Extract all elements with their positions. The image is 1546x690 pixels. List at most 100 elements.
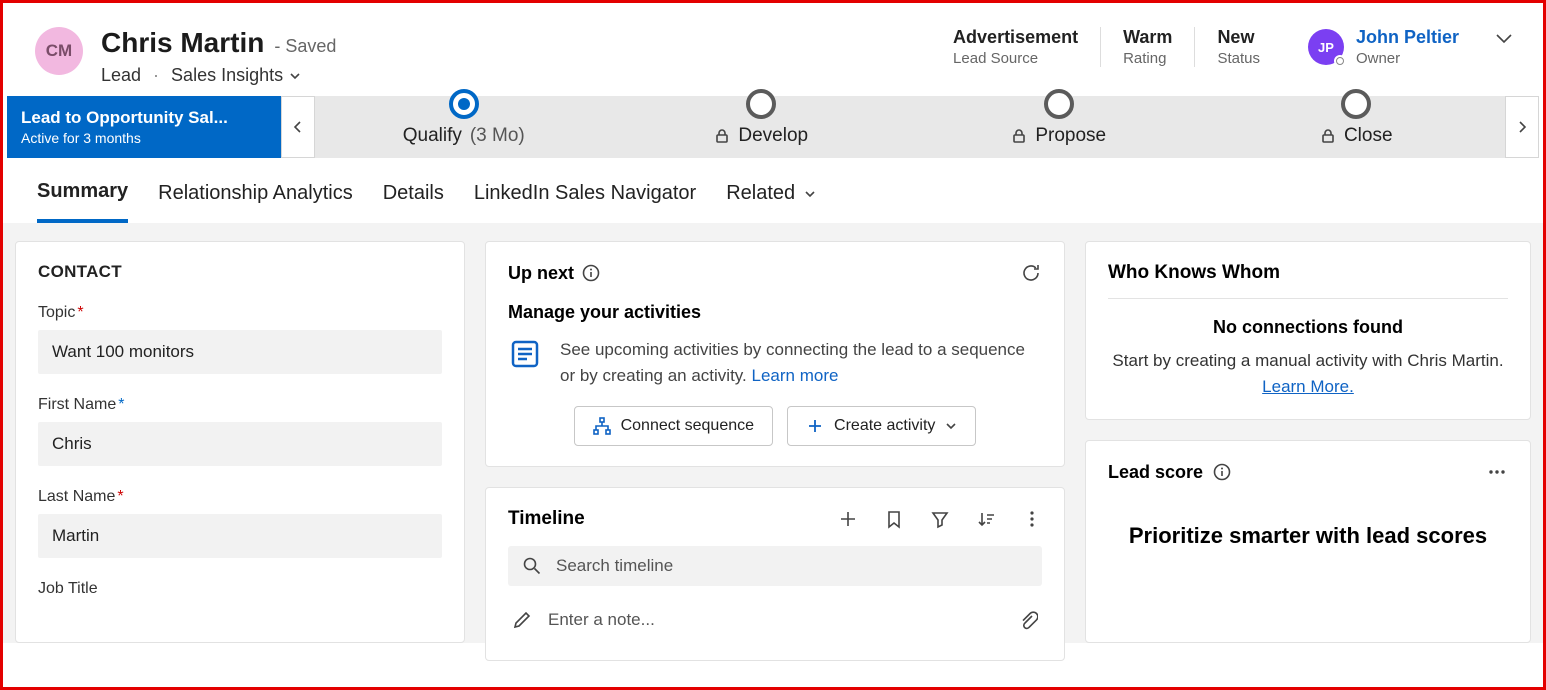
- chevron-down-icon: [289, 70, 301, 82]
- tab-related[interactable]: Related: [726, 180, 817, 223]
- header-expand-button[interactable]: [1493, 27, 1515, 49]
- bpf-info[interactable]: Lead to Opportunity Sal... Active for 3 …: [7, 96, 281, 158]
- lock-icon: [714, 128, 730, 144]
- required-icon: *: [117, 488, 123, 505]
- field-label: Job Title: [38, 580, 98, 597]
- meta-value: Advertisement: [953, 27, 1078, 48]
- up-next-subtitle: Manage your activities: [508, 302, 1042, 323]
- pencil-icon: [512, 610, 532, 630]
- meta-value: New: [1217, 27, 1260, 48]
- meta-lead-source[interactable]: Advertisement Lead Source: [931, 27, 1100, 67]
- more-icon[interactable]: [1022, 509, 1042, 529]
- sequence-icon: [593, 417, 611, 435]
- field-label: Topic: [38, 304, 75, 321]
- chevron-down-icon: [1493, 27, 1515, 49]
- form-selector-label: Sales Insights: [171, 65, 283, 86]
- first-name-input[interactable]: [38, 422, 442, 466]
- tab-details[interactable]: Details: [383, 180, 444, 223]
- separator-dot: ·: [153, 65, 159, 86]
- button-label: Connect sequence: [621, 417, 754, 435]
- stage-indicator-icon: [1341, 89, 1371, 119]
- add-icon[interactable]: [838, 509, 858, 529]
- more-icon[interactable]: [1486, 461, 1508, 483]
- lead-score-tagline: Prioritize smarter with lead scores: [1108, 523, 1508, 549]
- bpf-stage-close[interactable]: Close: [1208, 107, 1506, 147]
- business-process-flow: Lead to Opportunity Sal... Active for 3 …: [7, 96, 1539, 158]
- timeline-card: Timeline Search timeline Enter a note...: [485, 487, 1065, 661]
- timeline-search[interactable]: Search timeline: [508, 546, 1042, 586]
- meta-label: Status: [1217, 50, 1260, 67]
- chevron-left-icon: [290, 119, 306, 135]
- presence-indicator-icon: [1334, 55, 1346, 67]
- owner-avatar: JP: [1308, 29, 1344, 65]
- meta-value: Warm: [1123, 27, 1172, 48]
- search-icon: [522, 556, 542, 576]
- wkw-title: Who Knows Whom: [1108, 262, 1508, 299]
- who-knows-whom-card: Who Knows Whom No connections found Star…: [1085, 241, 1531, 420]
- bookmark-icon[interactable]: [884, 509, 904, 529]
- required-icon: *: [77, 304, 83, 321]
- record-header: CM Chris Martin - Saved Lead · Sales Ins…: [3, 3, 1543, 96]
- entity-type-label: Lead: [101, 65, 141, 86]
- stage-name: Propose: [1035, 125, 1106, 147]
- bpf-prev-button[interactable]: [281, 96, 315, 158]
- record-name: Chris Martin: [101, 27, 264, 59]
- note-placeholder: Enter a note...: [548, 610, 655, 630]
- stage-duration: (3 Mo): [470, 125, 525, 147]
- connect-sequence-button[interactable]: Connect sequence: [574, 406, 773, 446]
- record-avatar: CM: [35, 27, 83, 75]
- sort-icon[interactable]: [976, 509, 996, 529]
- wkw-learn-more-link[interactable]: Learn More.: [1262, 377, 1354, 396]
- recommended-icon: *: [118, 396, 124, 413]
- field-job-title: Job Title: [38, 580, 442, 598]
- info-icon[interactable]: [1213, 463, 1231, 481]
- up-next-card: Up next Manage your activities See upcom…: [485, 241, 1065, 467]
- timeline-title: Timeline: [508, 508, 585, 530]
- chevron-down-icon: [945, 420, 957, 432]
- lead-score-card: Lead score Prioritize smarter with lead …: [1085, 440, 1531, 643]
- form-content: CONTACT Topic* First Name* Last Name* Jo…: [3, 223, 1543, 643]
- tab-relationship-analytics[interactable]: Relationship Analytics: [158, 180, 353, 223]
- timeline-note-input[interactable]: Enter a note...: [508, 600, 1042, 640]
- stage-name: Qualify: [403, 125, 462, 147]
- field-topic: Topic*: [38, 304, 442, 374]
- meta-status[interactable]: New Status: [1194, 27, 1282, 67]
- meta-owner[interactable]: JP John Peltier Owner: [1282, 27, 1459, 67]
- bpf-stage-propose[interactable]: Propose: [910, 107, 1208, 147]
- tab-summary[interactable]: Summary: [37, 180, 128, 223]
- search-placeholder: Search timeline: [556, 556, 673, 576]
- stage-indicator-icon: [746, 89, 776, 119]
- last-name-input[interactable]: [38, 514, 442, 558]
- bpf-duration: Active for 3 months: [21, 130, 267, 146]
- title-block: Chris Martin - Saved Lead · Sales Insigh…: [101, 27, 931, 86]
- stage-indicator-icon: [1044, 89, 1074, 119]
- field-last-name: Last Name*: [38, 488, 442, 558]
- create-activity-button[interactable]: Create activity: [787, 406, 976, 446]
- chevron-down-icon: [803, 187, 817, 201]
- form-selector[interactable]: Sales Insights: [171, 65, 301, 86]
- wkw-no-connections: No connections found: [1108, 317, 1508, 338]
- bpf-stage-qualify[interactable]: Qualify (3 Mo): [315, 107, 613, 147]
- form-tabs: Summary Relationship Analytics Details L…: [3, 158, 1543, 223]
- activities-illustration-icon: [508, 337, 542, 388]
- learn-more-link[interactable]: Learn more: [752, 366, 839, 385]
- lock-icon: [1011, 128, 1027, 144]
- stage-name: Develop: [738, 125, 808, 147]
- bpf-stage-develop[interactable]: Develop: [613, 107, 911, 147]
- section-title: CONTACT: [38, 262, 442, 282]
- field-label: First Name: [38, 396, 116, 413]
- plus-icon: [806, 417, 824, 435]
- lock-icon: [1320, 128, 1336, 144]
- bpf-next-button[interactable]: [1505, 96, 1539, 158]
- meta-rating[interactable]: Warm Rating: [1100, 27, 1194, 67]
- header-meta-group: Advertisement Lead Source Warm Rating Ne…: [931, 27, 1515, 67]
- tab-linkedin-sales-navigator[interactable]: LinkedIn Sales Navigator: [474, 180, 696, 223]
- filter-icon[interactable]: [930, 509, 950, 529]
- topic-input[interactable]: [38, 330, 442, 374]
- info-icon[interactable]: [582, 264, 600, 282]
- refresh-icon[interactable]: [1020, 262, 1042, 284]
- owner-label: Owner: [1356, 50, 1459, 67]
- attachment-icon[interactable]: [1018, 610, 1038, 630]
- stage-name: Close: [1344, 125, 1393, 147]
- field-label: Last Name: [38, 488, 115, 505]
